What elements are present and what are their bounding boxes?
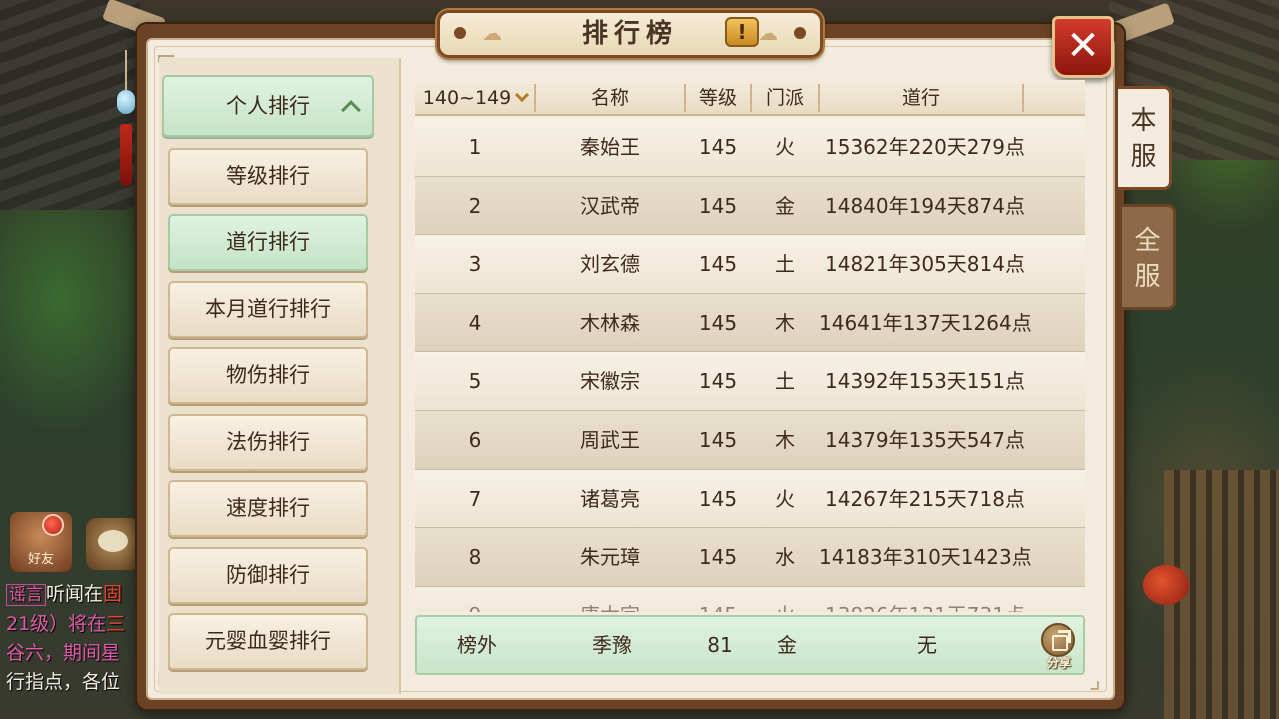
my-tao: 无 bbox=[917, 633, 937, 657]
category-speed-ranking[interactable]: 速度排行 bbox=[168, 480, 368, 537]
table-row[interactable]: 4 木林森 145 木 14641年137天1264点 bbox=[415, 293, 1085, 353]
share-button[interactable]: 分享 bbox=[1039, 623, 1079, 670]
table-body: 1 秦始王 145 火 15362年220天279点 2 汉武帝 145 金 1… bbox=[415, 118, 1085, 612]
page-title: 排行榜 bbox=[581, 19, 678, 49]
category-magic-damage-ranking[interactable]: 法伤排行 bbox=[168, 414, 368, 471]
chat-overlay: 好友 谣言 听闻在固 21级）将在三 谷六，期间星 行指点，各位 bbox=[0, 512, 150, 712]
title-plate: ☁ 排行榜 ☁ bbox=[437, 10, 823, 58]
tab-local-server[interactable]: 本 服 bbox=[1118, 86, 1172, 190]
column-header-school: 门派 bbox=[765, 87, 804, 109]
notification-dot-icon bbox=[42, 514, 64, 536]
category-monthly-tao-ranking[interactable]: 本月道行排行 bbox=[168, 281, 368, 338]
table-row[interactable]: 3 刘玄德 145 土 14821年305天814点 bbox=[415, 235, 1085, 294]
category-physical-damage-ranking[interactable]: 物伤排行 bbox=[168, 347, 368, 404]
chat-line: 行指点，各位 bbox=[6, 671, 121, 693]
chat-bubble-icon[interactable] bbox=[86, 518, 140, 570]
category-group-label: 个人排行 bbox=[226, 94, 310, 118]
my-rank-row: 榜外 季豫 81 金 无 分享 bbox=[415, 615, 1085, 675]
my-level: 81 bbox=[707, 633, 733, 657]
table-row[interactable]: 5 宋徽宗 145 土 14392年153天151点 bbox=[415, 352, 1085, 411]
category-group-personal[interactable]: 个人排行 bbox=[162, 75, 374, 137]
category-defense-ranking[interactable]: 防御排行 bbox=[168, 547, 368, 604]
share-label: 分享 bbox=[1046, 656, 1071, 670]
table-row[interactable]: 1 秦始王 145 火 15362年220天279点 bbox=[415, 118, 1085, 177]
chat-messages: 谣言 听闻在固 21级）将在三 谷六，期间星 行指点，各位 bbox=[6, 580, 156, 697]
chat-line: 谷六，期间星 bbox=[6, 642, 121, 664]
table-row[interactable]: 6 周武王 145 木 14379年135天547点 bbox=[415, 410, 1085, 470]
column-header-tao: 道行 bbox=[901, 87, 940, 109]
table-row[interactable]: 8 朱元璋 145 水 14183年310天1423点 bbox=[415, 528, 1085, 587]
my-name: 季豫 bbox=[592, 633, 632, 657]
table-row[interactable]: 7 诸葛亮 145 火 14267年215天718点 bbox=[415, 469, 1085, 529]
category-level-ranking[interactable]: 等级排行 bbox=[168, 148, 368, 205]
rumor-tag: 谣言 bbox=[6, 584, 46, 606]
level-range-dropdown[interactable]: 140~149 bbox=[415, 80, 535, 116]
title-rivet-icon bbox=[454, 27, 466, 39]
cloud-ornament-icon: ☁ bbox=[758, 21, 778, 45]
ranking-table[interactable]: 140~149 名称 等级 门派 道行 1 秦始王 145 火 15362年22… bbox=[415, 80, 1085, 612]
info-button[interactable]: ! bbox=[725, 17, 759, 47]
cloud-ornament-icon: ☁ bbox=[482, 21, 502, 45]
my-school: 金 bbox=[777, 633, 797, 657]
title-rivet-icon bbox=[794, 27, 806, 39]
chat-line: 谣言 听闻在固 bbox=[6, 580, 156, 610]
friends-label: 好友 bbox=[27, 552, 54, 567]
tab-all-servers[interactable]: 全 服 bbox=[1122, 204, 1176, 310]
share-icon bbox=[1041, 623, 1075, 657]
chevron-down-icon bbox=[515, 87, 530, 103]
column-header-name: 名称 bbox=[590, 87, 629, 109]
chevron-up-icon bbox=[341, 100, 361, 120]
my-rank: 榜外 bbox=[457, 633, 497, 657]
close-button[interactable]: ✕ bbox=[1052, 16, 1114, 78]
table-row[interactable]: 2 汉武帝 145 金 14840年194天874点 bbox=[415, 176, 1085, 236]
chat-line: 21级）将在三 bbox=[6, 613, 126, 635]
category-tao-ranking[interactable]: 道行排行 bbox=[168, 214, 368, 271]
table-row[interactable]: 9 唐太宗 145 火 13826年131天731点 bbox=[415, 586, 1085, 612]
red-lantern bbox=[1143, 565, 1189, 605]
table-header: 140~149 名称 等级 门派 道行 bbox=[415, 80, 1085, 116]
column-header-level: 等级 bbox=[698, 87, 737, 109]
jade-pendant-icon bbox=[116, 50, 136, 190]
category-nascent-soul-ranking[interactable]: 元婴血婴排行 bbox=[168, 613, 368, 670]
